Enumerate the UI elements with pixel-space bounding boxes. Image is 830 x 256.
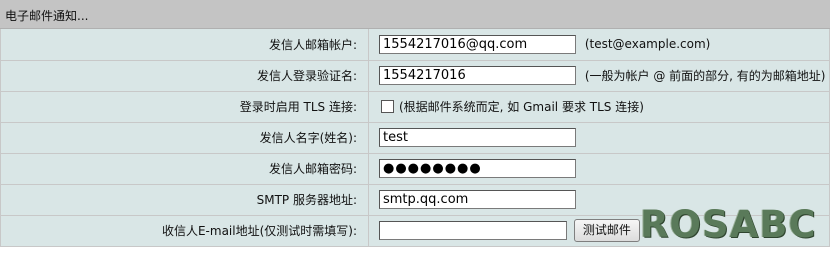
login-name-cell: (一般为帐户 @ 前面的部分, 有的为邮箱地址)	[368, 59, 830, 92]
login-name-label: 发信人登录验证名:	[0, 59, 369, 92]
password-label: 发信人邮箱密码:	[0, 152, 369, 185]
sender-name-cell	[368, 121, 830, 154]
tls-checkbox[interactable]	[381, 100, 394, 113]
form-row-sender-name: 发信人名字(姓名):	[0, 121, 830, 154]
sender-account-hint: (test@example.com)	[584, 37, 711, 52]
tls-cell: (根据邮件系统而定, 如 Gmail 要求 TLS 连接)	[368, 90, 830, 123]
smtp-label: SMTP 服务器地址:	[0, 183, 369, 216]
watermark-logo: ROSABC	[640, 203, 817, 246]
sender-name-input[interactable]	[379, 128, 576, 147]
form-row-login-name: 发信人登录验证名: (一般为帐户 @ 前面的部分, 有的为邮箱地址)	[0, 59, 830, 92]
section-header: 电子邮件通知...	[0, 0, 830, 29]
sender-name-label: 发信人名字(姓名):	[0, 121, 369, 154]
sender-account-cell: (test@example.com)	[368, 29, 830, 61]
form-row-sender-account: 发信人邮箱帐户: (test@example.com)	[0, 29, 830, 61]
login-name-input[interactable]	[379, 66, 576, 85]
smtp-input[interactable]	[379, 190, 576, 209]
test-email-button[interactable]: 测试邮件	[573, 219, 640, 242]
form-row-tls: 登录时启用 TLS 连接: (根据邮件系统而定, 如 Gmail 要求 TLS …	[0, 90, 830, 123]
password-input[interactable]	[379, 159, 576, 178]
recipient-label: 收信人E-mail地址(仅测试时需填写):	[0, 214, 369, 247]
section-title: 电子邮件通知...	[5, 9, 89, 23]
login-name-hint: (一般为帐户 @ 前面的部分, 有的为邮箱地址)	[584, 69, 826, 83]
tls-hint: (根据邮件系统而定, 如 Gmail 要求 TLS 连接)	[399, 100, 644, 114]
tls-label: 登录时启用 TLS 连接:	[0, 90, 369, 123]
password-cell	[368, 152, 830, 185]
sender-account-input[interactable]	[379, 34, 576, 54]
form-row-password: 发信人邮箱密码:	[0, 152, 830, 185]
recipient-input[interactable]	[379, 221, 567, 240]
sender-account-label: 发信人邮箱帐户:	[0, 29, 369, 61]
